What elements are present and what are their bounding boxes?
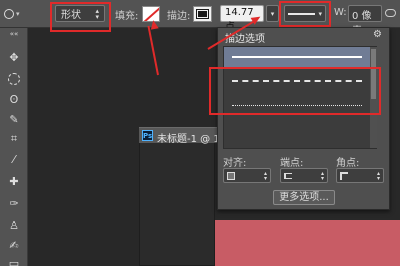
tool-preset-picker[interactable]: ▾: [4, 7, 30, 21]
align-inside-icon: [227, 171, 235, 180]
updown-icon: ▴ ▾: [376, 169, 380, 182]
width-label: W:: [334, 7, 347, 18]
options-bar: ▾ 形状 ▴▾ 填充: 描边: 14.77 点 ▾ ▾ W: 0 像素: [0, 0, 400, 37]
mode-select-highlight: [50, 2, 111, 32]
move-tool-icon[interactable]: ✥: [6, 50, 22, 64]
document-tab[interactable]: Ps 未标题-1 @ 10: [139, 127, 227, 145]
gear-icon[interactable]: ⚙: [373, 29, 382, 40]
eraser-tool-icon[interactable]: ▭: [6, 256, 22, 266]
stroke-style-solid[interactable]: [224, 47, 370, 67]
link-icon[interactable]: [385, 9, 396, 17]
corners-label: 角点:: [336, 158, 360, 169]
stroke-width-dropdown[interactable]: ▾: [266, 5, 279, 22]
canvas-shape: [215, 220, 400, 266]
stroke-options-panel: 描边选项 ⚙ 对齐: 端点: 角点: ▴ ▾ ▴ ▾ ▴ ▾ 更多选项...: [209, 27, 390, 210]
updown-icon: ▴ ▾: [263, 169, 267, 182]
crop-tool-icon[interactable]: ⌗: [6, 132, 22, 146]
more-options-button[interactable]: 更多选项...: [273, 190, 335, 205]
collapse-icon[interactable]: ««: [6, 30, 22, 38]
brush-tool-icon[interactable]: ✑: [6, 196, 22, 210]
quick-selection-tool-icon[interactable]: ✎: [6, 112, 22, 126]
annotation-arrowhead-fill: [149, 19, 159, 30]
panel-title: 描边选项: [225, 34, 265, 45]
stroke-swatch[interactable]: [193, 6, 212, 22]
width-field[interactable]: 0 像素: [348, 5, 382, 37]
solid-line: [232, 56, 362, 58]
caps-select[interactable]: ▴ ▾: [280, 168, 328, 183]
stroke-label: 描边:: [167, 11, 191, 22]
ps-badge: Ps: [142, 130, 153, 141]
stroke-type-highlight: [279, 1, 331, 27]
lasso-tool-icon[interactable]: ʘ: [6, 92, 22, 106]
marquee-tool-icon[interactable]: [6, 72, 22, 86]
clone-stamp-tool-icon[interactable]: ♙: [6, 218, 22, 232]
elliptical-marquee-icon: [8, 73, 20, 85]
dash-options-highlight: [209, 67, 381, 115]
more-options-label: 更多选项...: [279, 192, 329, 203]
align-select[interactable]: ▴ ▾: [223, 168, 271, 183]
butt-cap-icon: [284, 172, 292, 179]
document-window: [139, 127, 215, 266]
healing-brush-tool-icon[interactable]: ✚: [6, 174, 22, 188]
annotation-arrow-fill: [147, 25, 159, 76]
caps-label: 端点:: [280, 158, 304, 169]
eyedropper-tool-icon[interactable]: ⁄: [6, 152, 22, 166]
chevron-down-icon: ▾: [16, 10, 20, 18]
ellipse-tool-icon: [4, 9, 14, 19]
miter-join-icon: [340, 171, 348, 180]
history-brush-tool-icon[interactable]: ✍: [6, 238, 22, 252]
align-label: 对齐:: [223, 158, 247, 169]
tools-panel: «« ✥ ʘ ✎ ⌗ ⁄ ✚ ✑ ♙ ✍ ▭: [0, 28, 28, 266]
document-title: 未标题-1 @ 10: [157, 134, 227, 145]
corners-select[interactable]: ▴ ▾: [336, 168, 384, 183]
updown-icon: ▴ ▾: [320, 169, 324, 182]
stroke-swatch-inner: [196, 9, 209, 19]
chevron-down-icon: ▾: [270, 9, 275, 18]
fill-label: 填充:: [115, 11, 139, 22]
